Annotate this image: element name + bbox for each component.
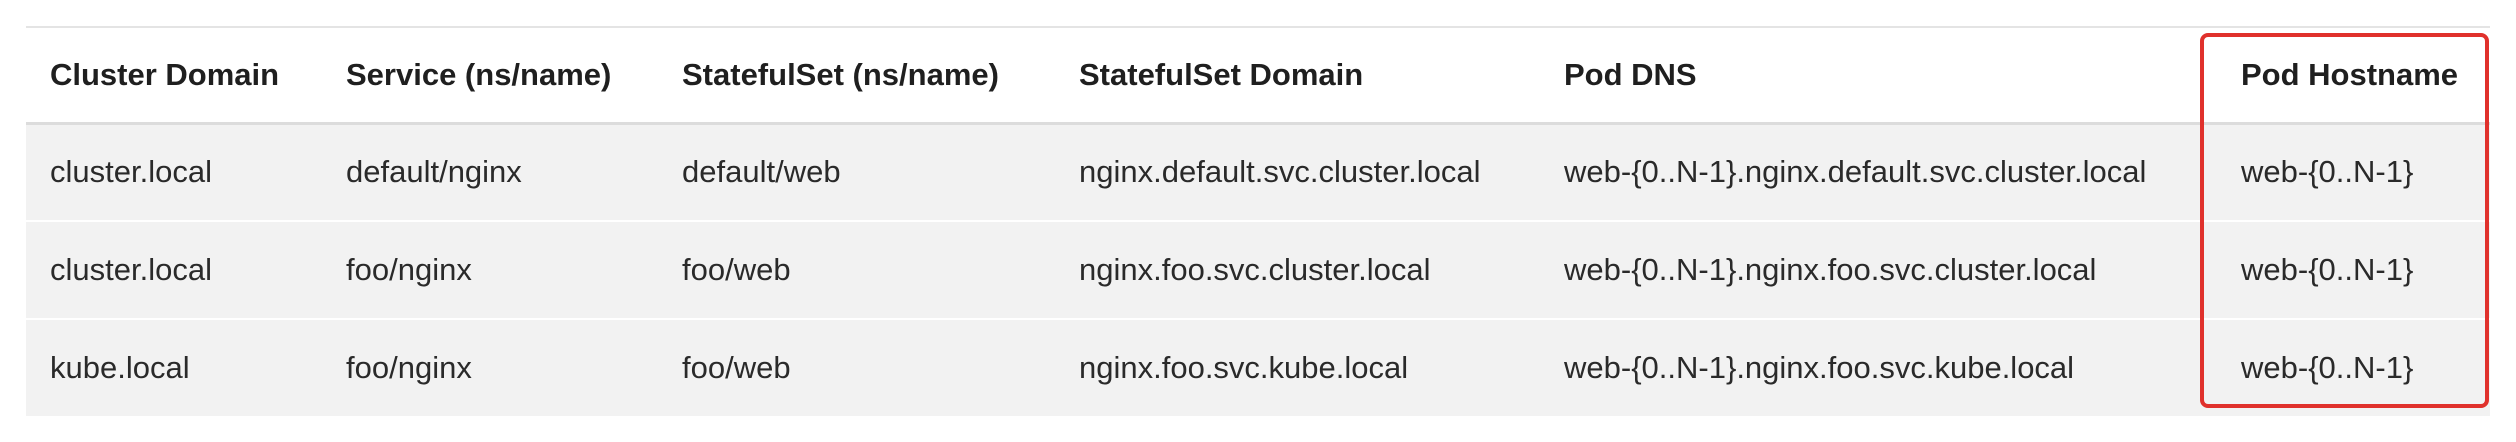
- table-header-row: Cluster Domain Service (ns/name) Statefu…: [26, 27, 2490, 123]
- column-header-cluster-domain: Cluster Domain: [50, 56, 280, 92]
- table-row: cluster.local foo/nginx foo/web nginx.fo…: [26, 221, 2490, 319]
- column-header-pod-hostname: Pod Hostname: [2241, 56, 2459, 92]
- cell-service: default/nginx: [346, 154, 522, 190]
- cell-statefulset-domain: nginx.foo.svc.kube.local: [1079, 350, 1409, 385]
- table-row: cluster.local default/nginx default/web …: [26, 123, 2490, 221]
- cell-cluster-domain: kube.local: [50, 350, 190, 385]
- dns-table: Cluster Domain Service (ns/name) Statefu…: [26, 26, 2490, 418]
- cell-statefulset: foo/web: [682, 350, 791, 385]
- table-row: kube.local foo/nginx foo/web nginx.foo.s…: [26, 319, 2490, 417]
- cell-pod-hostname: web-{0..N-1}: [2241, 350, 2414, 385]
- cell-cluster-domain: cluster.local: [50, 252, 212, 287]
- cell-service: foo/nginx: [346, 252, 472, 287]
- cell-statefulset: default/web: [682, 154, 841, 190]
- cell-service: foo/nginx: [346, 350, 472, 385]
- column-header-statefulset: StatefulSet (ns/name): [682, 56, 999, 92]
- cell-pod-dns: web-{0..N-1}.nginx.default.svc.cluster.l…: [1564, 154, 2147, 190]
- cell-pod-dns: web-{0..N-1}.nginx.foo.svc.cluster.local: [1564, 252, 2097, 287]
- column-header-pod-dns: Pod DNS: [1564, 56, 1697, 92]
- cell-pod-hostname: web-{0..N-1}: [2241, 154, 2414, 190]
- column-header-statefulset-domain: StatefulSet Domain: [1079, 56, 1364, 92]
- cell-pod-hostname: web-{0..N-1}: [2241, 252, 2414, 287]
- dns-table-container: Cluster Domain Service (ns/name) Statefu…: [26, 26, 2490, 418]
- cell-cluster-domain: cluster.local: [50, 154, 212, 190]
- cell-statefulset-domain: nginx.foo.svc.cluster.local: [1079, 252, 1431, 287]
- cell-statefulset-domain: nginx.default.svc.cluster.local: [1079, 154, 1481, 190]
- cell-pod-dns: web-{0..N-1}.nginx.foo.svc.kube.local: [1564, 350, 2075, 385]
- cell-statefulset: foo/web: [682, 252, 791, 287]
- column-header-service: Service (ns/name): [346, 56, 612, 92]
